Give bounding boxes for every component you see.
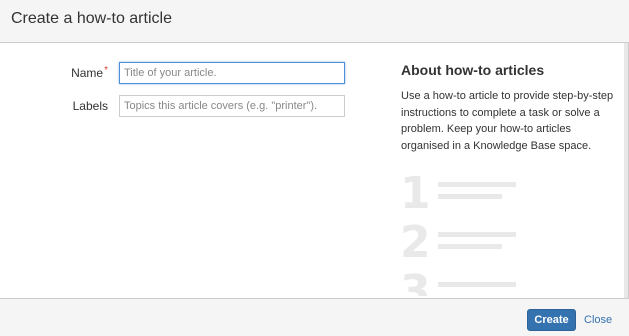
create-button[interactable]: Create [527,309,576,331]
step-line [438,182,516,187]
labels-field-label: Labels [72,99,108,113]
step-line [438,282,516,287]
steps-illustration-graphic: 1 2 3 [400,168,516,296]
step-number-1: 1 [400,168,431,219]
step-number-2: 2 [400,217,431,268]
labels-input[interactable] [119,95,345,117]
steps-illustration: 1 2 3 [398,168,522,296]
create-howto-dialog: Create a how-to article Name* Labels Abo… [0,0,629,336]
dialog-scrollbar[interactable] [624,43,628,298]
dialog-header: Create a how-to article [0,0,629,43]
step-line [438,232,516,237]
dialog-title: Create a how-to article [11,10,172,27]
about-title: About how-to articles [401,62,545,78]
about-description: Use a how-to article to provide step-by-… [401,90,614,152]
step-line [438,194,502,199]
name-input[interactable] [119,62,345,84]
name-label-text: Name [71,66,104,80]
step-number-3: 3 [400,266,431,296]
required-marker: * [104,65,108,76]
dialog-footer: Create Close [0,298,629,336]
step-line [438,244,502,249]
close-link[interactable]: Close [584,314,612,326]
name-field-label: Name* [60,65,108,80]
